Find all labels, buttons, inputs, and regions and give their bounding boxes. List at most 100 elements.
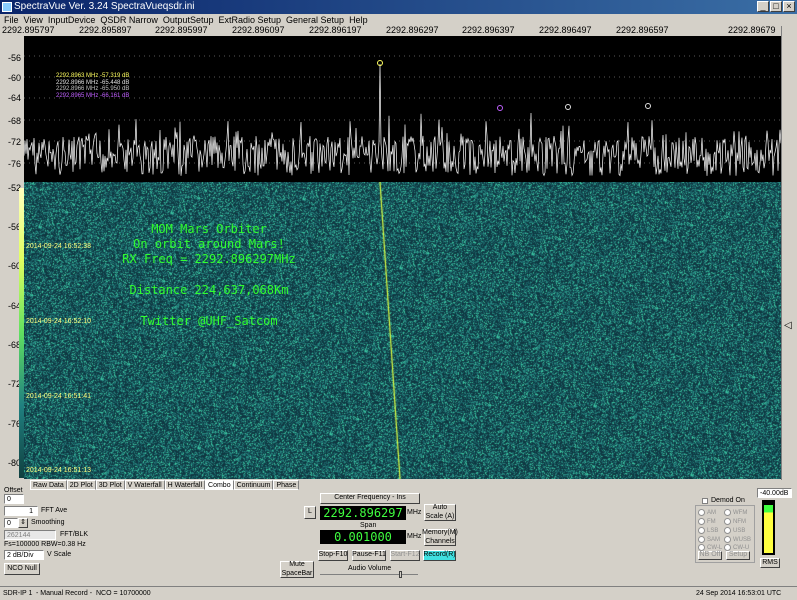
- nco-null-button[interactable]: NCO Null: [4, 563, 40, 575]
- offset-select[interactable]: 0: [4, 494, 24, 504]
- span-label: Span: [360, 522, 377, 529]
- tab-phase[interactable]: Phase: [273, 480, 300, 490]
- minimize-button[interactable]: _: [757, 1, 769, 12]
- y-label: -56: [7, 53, 21, 63]
- annotation-overlay: MOM Mars Orbiter On orbit around Mars! R…: [24, 222, 394, 329]
- audio-volume-slider-track[interactable]: [320, 574, 418, 575]
- spectrum-y-axis: -56 -60 -64 -68 -72 -76: [0, 36, 24, 182]
- fft-blk-select[interactable]: 262144: [4, 530, 56, 540]
- demod-label: Demod On: [711, 497, 745, 504]
- close-button[interactable]: ×: [783, 1, 795, 12]
- window-title: SpectraVue Ver. 3.24 SpectraVueqsdr.ini: [14, 1, 195, 12]
- smoothing-spinner[interactable]: ⇕: [18, 518, 28, 528]
- l-button[interactable]: L: [304, 506, 316, 519]
- center-frequency-button[interactable]: Center Frequency - Ins: [320, 493, 420, 504]
- spectrum-line: [24, 63, 781, 177]
- memory-channels-button[interactable]: Memory(M) Channels: [422, 529, 458, 546]
- record-button[interactable]: Record(R): [423, 550, 456, 561]
- freq-label: 2292.896497: [539, 25, 592, 35]
- fft-ave-input[interactable]: 1: [4, 506, 38, 516]
- marker-readout: 2292.8965 MHz -66.161 dB: [56, 92, 130, 99]
- fs-rbw-readout: Fs=100000 RBW=0.38 Hz: [4, 541, 86, 548]
- signal-level-meter: [762, 500, 775, 555]
- y-label: -68: [7, 116, 21, 126]
- freq-label: 2292.896297: [386, 25, 439, 35]
- tab-combo[interactable]: Combo: [205, 480, 234, 490]
- tab-raw-data[interactable]: Raw Data: [30, 480, 67, 490]
- y-label: -76: [7, 159, 21, 169]
- status-sdr: SDR-IP 1: [3, 590, 33, 597]
- status-nco: NCO = 10700000: [96, 590, 151, 597]
- tab-3d-plot[interactable]: 3D Plot: [95, 480, 125, 490]
- freq-label: 2292.896197: [309, 25, 362, 35]
- status-record: - Manual Record -: [36, 590, 93, 597]
- waterfall-timestamp: 2014-09-24 16:51:41: [26, 393, 91, 400]
- right-scrollbar[interactable]: ◁: [781, 26, 797, 480]
- y-label: -60: [7, 73, 21, 83]
- app-icon: [2, 2, 12, 12]
- marker-readout: 2292.8963 MHz -57.319 dB: [56, 73, 130, 79]
- marker-legend: 2292.8963 MHz -57.319 dB 2292.8966 MHz -…: [56, 73, 129, 99]
- stop-button[interactable]: Stop-F10: [318, 550, 348, 561]
- annotation-line: Distance 224,637,068Km: [129, 283, 289, 297]
- freq-label: 2292.895897: [79, 25, 132, 35]
- mode-fm-radio[interactable]: FM: [698, 518, 716, 525]
- start-button[interactable]: Start-F12: [390, 550, 420, 561]
- span-unit-label: MHz: [407, 533, 422, 540]
- mode-sam-radio[interactable]: SAM: [698, 536, 720, 543]
- status-bar: SDR-IP 1 - Manual Record - NCO = 1070000…: [0, 586, 797, 600]
- tab-v-waterfall[interactable]: V Waterfall: [124, 480, 165, 490]
- marker-point: [565, 104, 571, 110]
- scroll-handle-icon[interactable]: ◁: [784, 320, 792, 331]
- annotation-line: MOM Mars Orbiter: [151, 222, 267, 236]
- mute-button[interactable]: Mute SpaceBar: [280, 561, 314, 578]
- title-bar: SpectraVue Ver. 3.24 SpectraVueqsdr.ini …: [0, 0, 797, 14]
- freq-label: 2292.89679: [728, 25, 776, 35]
- pause-button[interactable]: Pause-F11: [352, 550, 386, 561]
- status-datetime: 24 Sep 2014 16:53:01 UTC: [696, 590, 782, 597]
- freq-label: 2292.895797: [2, 25, 55, 35]
- setup-button[interactable]: Setup: [726, 551, 750, 560]
- nb-off-button[interactable]: NB Off: [698, 551, 722, 560]
- annotation-line: Twitter @UHF_Satcom: [140, 314, 278, 328]
- vscale-select[interactable]: 2 dB/Div: [4, 550, 44, 560]
- smoothing-label: Smoothing: [31, 519, 65, 526]
- y-label: -72: [7, 137, 21, 147]
- spectrum-trace: [24, 55, 781, 177]
- fft-ave-label: FFT Ave: [41, 507, 68, 514]
- smoothing-input[interactable]: 0: [4, 518, 18, 528]
- waterfall-timestamp: 2014-09-24 16:51:13: [26, 467, 91, 474]
- mode-wusb-radio[interactable]: WUSB: [724, 536, 751, 543]
- demod-checkbox[interactable]: [702, 498, 708, 504]
- fft-blk-label: FFT/BLK: [60, 531, 89, 538]
- freq-label: 2292.896097: [232, 25, 285, 35]
- rms-button[interactable]: RMS: [760, 558, 780, 568]
- mode-lsb-radio[interactable]: LSB: [698, 527, 718, 534]
- view-tabs: Raw Data 2D Plot 3D Plot V Waterfall H W…: [30, 480, 300, 490]
- y-label: -64: [7, 93, 21, 103]
- marker-point: [645, 103, 651, 109]
- freq-label: 2292.895997: [155, 25, 208, 35]
- mode-usb-radio[interactable]: USB: [724, 527, 745, 534]
- tab-continuum[interactable]: Continuum: [233, 480, 274, 490]
- db-level-readout: -40.00dB: [757, 488, 792, 498]
- spectrum-plot[interactable]: 2292.8963 MHz -57.319 dB 2292.8966 MHz -…: [24, 36, 781, 182]
- center-frequency-display[interactable]: 2292.896297: [320, 506, 406, 520]
- freq-label: 2292.896597: [616, 25, 669, 35]
- auto-scale-button[interactable]: Auto Scale (A): [424, 504, 456, 521]
- mode-am-radio[interactable]: AM: [698, 509, 716, 516]
- meter-bar: [764, 505, 773, 553]
- span-display[interactable]: 0.001000: [320, 530, 406, 544]
- marker-readout: 2292.8966 MHz -65.950 dB: [56, 86, 130, 92]
- mhz-unit-label: MHz: [407, 509, 422, 516]
- frequency-axis: 2292.895797 2292.895897 2292.895997 2292…: [0, 25, 781, 36]
- marker-point: [497, 105, 503, 111]
- mode-wfm-radio[interactable]: WFM: [724, 509, 747, 516]
- tab-h-waterfall[interactable]: H Waterfall: [164, 480, 206, 490]
- mode-nfm-radio[interactable]: NFM: [724, 518, 746, 525]
- tab-2d-plot[interactable]: 2D Plot: [66, 480, 96, 490]
- maximize-button[interactable]: □: [770, 1, 782, 12]
- vscale-label: V Scale: [47, 551, 72, 558]
- audio-volume-slider-thumb[interactable]: [399, 571, 402, 578]
- audio-volume-label: Audio Volume: [348, 565, 392, 572]
